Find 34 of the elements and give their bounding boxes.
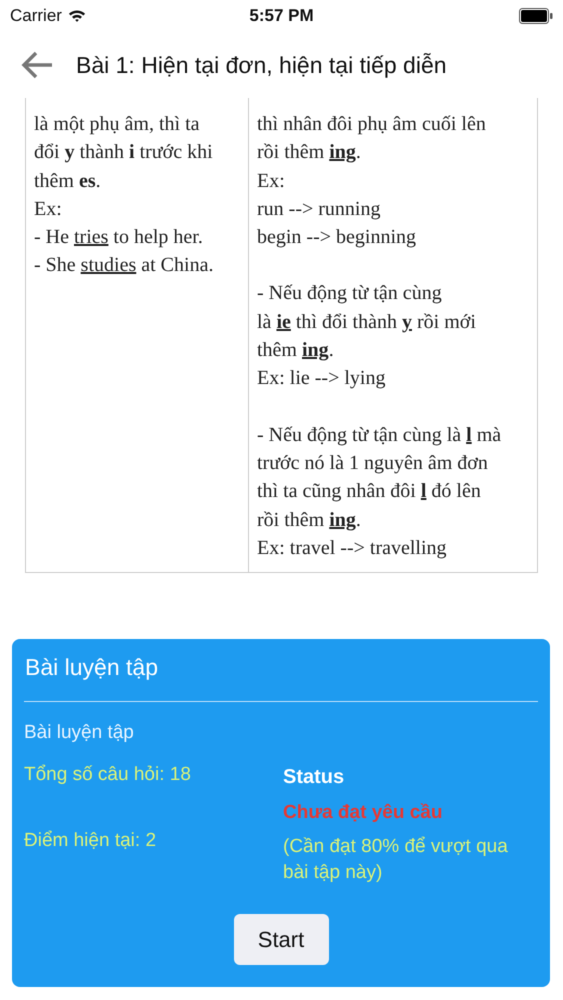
clock-time: 5:57 PM — [249, 6, 314, 26]
wifi-icon — [68, 9, 86, 23]
text-line: run --> running — [257, 196, 382, 222]
text-line: thì nhân đôi phụ âm cuối lên — [257, 112, 487, 137]
text-line: thêm es. — [34, 168, 102, 194]
text-line: là ie thì đổi thành y rồi mới — [257, 310, 477, 335]
text-line: Ex: lie --> lying — [257, 366, 386, 392]
text-line: rồi thêm ing. — [257, 140, 362, 166]
status-label: Status — [283, 765, 346, 790]
text-line: trước nó là 1 nguyên âm đơn — [257, 450, 489, 476]
text-line: - He tries to help her. — [34, 225, 204, 250]
text-line: - Nếu động từ tận cùng — [257, 281, 443, 306]
battery-icon — [519, 8, 553, 24]
carrier-label: Carrier — [10, 6, 62, 26]
text-line: - Nếu động từ tận cùng là l mà — [257, 422, 502, 448]
requirement-text: (Cần đạt 80% để vượt qua bài tập này) — [283, 835, 509, 886]
text-line: Ex: — [34, 196, 63, 222]
card-subtitle: Bài luyện tập — [24, 722, 135, 744]
text-line: Ex: travel --> travelling — [257, 536, 448, 561]
text-line: rồi thêm ing. — [257, 508, 362, 533]
card-title: Bài luyện tập — [24, 653, 159, 682]
start-button[interactable]: Start — [234, 914, 328, 966]
text-line: Ex: — [257, 168, 286, 194]
status-value: Chưa đạt yêu cầu — [283, 801, 444, 826]
page-title: Bài 1: Hiện tại đơn, hiện tại tiếp diễn — [76, 52, 447, 78]
current-score-text: Điểm hiện tại: 2 — [24, 829, 158, 854]
text-line: thì ta cũng nhân đôi l đó lên — [257, 479, 482, 504]
back-arrow-icon[interactable] — [20, 50, 54, 80]
text-line: đổi y thành i trước khi — [34, 140, 214, 166]
text-line: thêm ing. — [257, 338, 335, 364]
text-line: begin --> beginning — [257, 225, 418, 250]
text-line: là một phụ âm, thì ta — [34, 112, 201, 137]
text-line: - She studies at China. — [34, 253, 214, 278]
total-questions-text: Tổng số câu hỏi: 18 — [24, 763, 192, 788]
